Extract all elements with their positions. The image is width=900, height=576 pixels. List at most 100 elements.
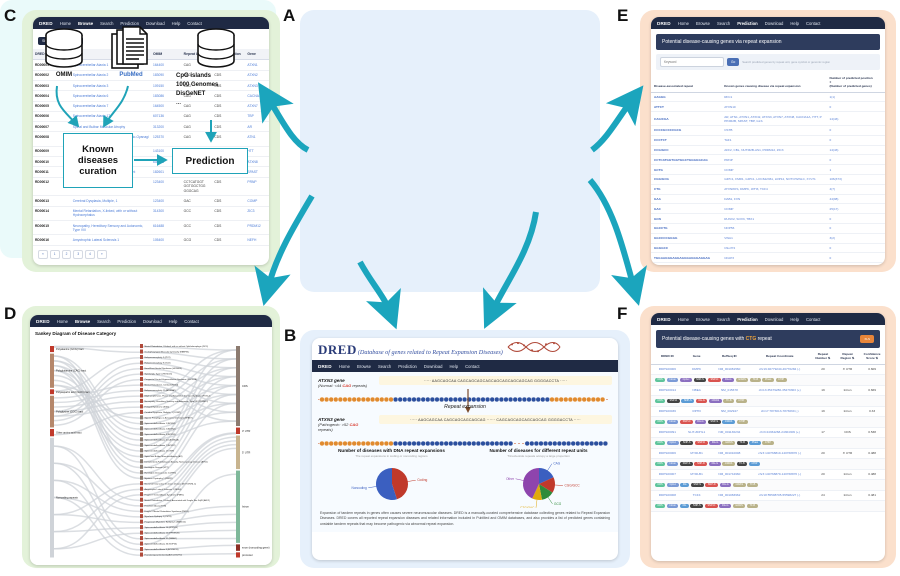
cell-f-coordinate[interactable]: chr19:46779240-46770284 (-) (749, 364, 811, 376)
table-row[interactable]: CCG/GCC AFF2, CBL, NUTM2B-AS1, PRDM12, ZI… (651, 145, 885, 156)
col-f-repeat-number[interactable]: Repeat Number ⇅ (810, 348, 836, 366)
cell-f-refseq[interactable]: NM_001083962 (709, 490, 750, 501)
annotation-tag[interactable]: SNP-S (680, 461, 693, 467)
nav-contact-f[interactable]: Contact (806, 317, 820, 322)
cell-f-coordinate[interactable]: chr13:35479280-35479363 (+) (749, 385, 811, 397)
cell-repeat[interactable]: ATTCT (651, 101, 722, 113)
table-row[interactable]: CCCCGCCCCGCG CSTB 0 (651, 125, 885, 136)
annotation-tag[interactable]: SNP-S (680, 440, 694, 446)
annotation-tag[interactable]: Intron (666, 419, 679, 425)
cell-known-genes[interactable]: C9orf72 (721, 243, 827, 254)
cell-f-gene[interactable]: RPH3 (683, 406, 710, 418)
annotation-tag[interactable]: Dis (680, 503, 689, 509)
nav-browse-d[interactable]: Browse (75, 319, 90, 324)
search-go-button[interactable]: Go (727, 57, 740, 67)
annotation-tag[interactable]: Dis-G (719, 503, 732, 509)
cell-repeat[interactable]: GAC (651, 203, 722, 215)
sankey-middle-node[interactable] (140, 475, 143, 480)
sankey-middle-node[interactable] (140, 420, 143, 425)
table-row[interactable]: CTG ATXN8OS, DMPK, JPH3, TCF4 4(7) (651, 184, 885, 195)
cell-f-dred-id[interactable]: RDPS00007 (651, 469, 684, 481)
annotation-tag[interactable]: GWAS (722, 461, 735, 467)
cell-repeat[interactable]: CCCCGCCCCGCG (651, 125, 722, 136)
cell-repeat[interactable]: GCTG (651, 164, 722, 175)
table-row[interactable]: GAC COMP 25(17) (651, 203, 885, 215)
nav-download-b[interactable]: Download (424, 364, 443, 369)
annotation-tag[interactable]: Dis-G (695, 398, 708, 404)
annotation-tag[interactable]: CpG-I (666, 440, 679, 446)
sankey-middle-node[interactable] (140, 513, 143, 518)
cell-known-genes[interactable]: VWA1 (721, 233, 827, 244)
sankey-source-node[interactable] (50, 345, 54, 352)
annotation-tag[interactable]: CDS (654, 419, 666, 425)
annotation-tag[interactable]: Dis-G (719, 482, 732, 488)
table-row[interactable]: ATTCT ATXN10 0 (651, 101, 885, 113)
col-known-genes[interactable]: Known genes causing disease via repeat e… (721, 74, 827, 93)
annotation-tag[interactable]: SNP-D (694, 440, 708, 446)
sankey-middle-node[interactable] (140, 398, 143, 403)
annotation-tag[interactable]: CpG-I (666, 482, 679, 488)
sankey-middle-node[interactable] (140, 491, 143, 496)
cell-known-genes[interactable]: COMP (721, 203, 827, 215)
table-row[interactable]: CAG/CGA AR, ATN1, ATXN1, ATXN2, ATXN3, AT… (651, 111, 885, 126)
nav-prediction-f[interactable]: Prediction (737, 317, 757, 322)
table-row[interactable]: RDPS00006 DMPK NM_001081560 chr19:46779240-… (651, 364, 885, 376)
sankey-middle-node[interactable] (140, 414, 143, 419)
annotation-tag[interactable]: SNP-S (707, 419, 721, 425)
cell-known-genes[interactable]: CFAP3 (721, 252, 827, 264)
annotation-tag[interactable]: SNP-S (690, 503, 704, 509)
annotation-tag[interactable]: TF-B (736, 440, 748, 446)
cell-known-genes[interactable]: AR, ATN1, ATXN1, ATXN2, ATXN3, ATXN7, AT… (721, 111, 827, 126)
nav-home-d[interactable]: Home (57, 319, 68, 324)
sankey-middle-node[interactable] (140, 486, 143, 491)
cell-repeat[interactable]: GGCCCCGGGG (651, 233, 722, 244)
cell-f-dred-id[interactable]: RDPS00014 (651, 385, 684, 397)
cell-repeat[interactable]: GGGGCC (651, 243, 722, 254)
annotation-tag[interactable]: CDS (654, 482, 666, 488)
annotation-tag[interactable]: SNP-D (704, 503, 718, 509)
annotation-tag[interactable]: GWAS (722, 419, 735, 425)
nav-download-e[interactable]: Download (765, 21, 784, 26)
nav-brand-b[interactable]: DRED (318, 364, 332, 369)
sankey-middle-node[interactable] (140, 370, 143, 376)
sankey-target-node[interactable] (236, 543, 240, 551)
sankey-middle-node[interactable] (140, 354, 143, 359)
nav-search-e[interactable]: Search (717, 21, 730, 26)
sankey-target-node[interactable] (236, 427, 240, 434)
cell-known-genes[interactable]: ATXN8OS, DMPK, JPH3, TCF4 (721, 184, 827, 195)
annotation-tag[interactable]: CpG-I (680, 377, 692, 383)
cell-f-gene[interactable]: DMPK (683, 364, 710, 376)
annotation-tag[interactable]: CHIP (736, 419, 748, 425)
nav-search-f[interactable]: Search (717, 317, 730, 322)
search-input[interactable] (660, 57, 724, 67)
cell-known-genes[interactable]: CSTB (721, 125, 827, 136)
known-diseases-curation-node[interactable]: Known diseases curation (63, 133, 133, 188)
annotation-tag[interactable]: Intron (666, 377, 679, 383)
sankey-middle-node[interactable] (140, 502, 143, 507)
cell-f-refseq[interactable]: NM_002947 (709, 406, 750, 418)
cell-repeat[interactable]: CTG (651, 184, 722, 195)
cell-known-genes[interactable]: TAF1 (721, 135, 827, 146)
cell-f-gene[interactable]: MYRLB1 (683, 469, 710, 481)
nav-help-b[interactable]: Help (450, 364, 459, 369)
cell-f-dred-id[interactable]: RDPS00008 (651, 490, 684, 501)
sankey-middle-node[interactable] (140, 365, 143, 370)
cell-f-refseq[interactable]: NM_001081560 (709, 364, 750, 376)
annotation-tag[interactable]: Dis-G (709, 440, 721, 446)
cell-f-refseq[interactable]: NM_001744960 (709, 469, 750, 481)
annotation-tag[interactable]: Phast (749, 440, 761, 446)
annotation-tag[interactable]: Dis-G (694, 419, 707, 425)
sankey-middle-node[interactable] (140, 343, 143, 348)
cell-f-gene[interactable]: SLIT-ZDHL1 (683, 427, 710, 439)
table-row[interactable]: RDPS00014 NBEA NM_015678 chr13:35479280-354… (651, 385, 885, 397)
sankey-middle-node[interactable] (140, 541, 143, 546)
table-row[interactable]: GGCCTG NOP56 0 (651, 223, 885, 234)
annotation-tag[interactable]: Dis (680, 482, 690, 488)
sankey-middle-node[interactable] (140, 436, 143, 441)
annotation-tag[interactable]: SNP-S (681, 398, 695, 404)
nav-contact-d[interactable]: Contact (184, 319, 198, 324)
sankey-middle-node[interactable] (140, 535, 143, 540)
cell-known-genes[interactable]: ATXN10 (721, 101, 827, 113)
sankey-middle-node[interactable] (140, 497, 143, 502)
annotation-tag[interactable]: Phast (762, 377, 774, 383)
